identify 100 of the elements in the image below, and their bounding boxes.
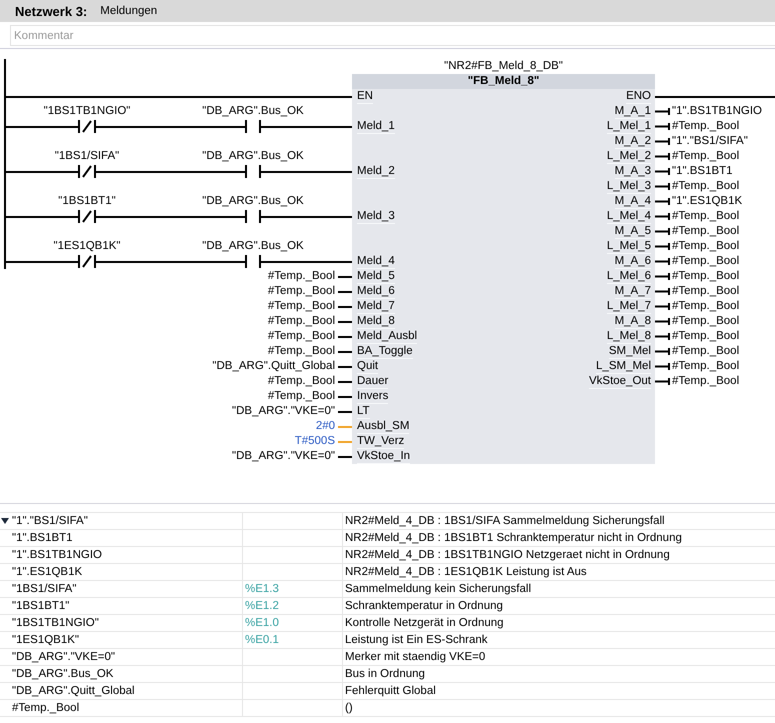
operand-label: #Temp._Bool (672, 269, 740, 284)
input-pin-label: Meld_8 (357, 314, 395, 329)
table-cell-text: Leistung ist Ein ES-Schrank (344, 633, 489, 648)
table-cell-text: NR2#Meld_4_DB : 1BS1TB1NGIO Netzgeraet nicht in Ordnung (344, 548, 671, 563)
table-cell-text: NR2#Meld_4_DB : 1BS1/SIFA Sammelmeldung Sicherungsfall (344, 514, 666, 529)
input-pin-label: EN (357, 89, 373, 104)
operand-label: "DB_ARG".Quitt_Global (212, 359, 335, 374)
input-pin-label: Meld_7 (357, 299, 395, 314)
pin-wire (338, 366, 352, 368)
table-cell: "1".ES1QB1K (10, 564, 243, 580)
input-pin-label: Meld_1 (357, 119, 395, 134)
table-cell-text: Merker mit staendig VKE=0 (344, 650, 486, 665)
input-pin-label: VkStoe_In (357, 449, 410, 464)
output-pin-label: M_A_7 (614, 284, 651, 299)
output-pin-label: L_Mel_5 (606, 239, 651, 254)
table-cell-text: Sammelmeldung kein Sicherungsfall (344, 582, 532, 597)
table-cell: "1BS1BT1" (10, 598, 243, 614)
operand-label: #Temp._Bool (268, 314, 335, 329)
output-pin-label: L_Mel_2 (606, 149, 651, 164)
input-pin-label: Meld_6 (357, 284, 395, 299)
output-pin-label: L_Mel_3 (606, 179, 651, 194)
pin-wire (338, 426, 352, 428)
instance-db-label: "NR2#FB_Meld_8_DB" (444, 59, 563, 74)
table-cell: %E1.2 (243, 598, 343, 614)
output-pin-label: M_A_8 (614, 314, 651, 329)
table-cell: "1".BS1BT1 (10, 530, 243, 546)
operand-label: #Temp._Bool (672, 179, 740, 194)
input-pin-label: Meld_5 (357, 269, 395, 284)
table-cell: "1".BS1TB1NGIO (10, 547, 243, 563)
input-pin-label: Meld_2 (357, 164, 395, 179)
operand-label: #Temp._Bool (672, 254, 740, 269)
operand-label: T#500S (294, 434, 335, 449)
operand-label: "1".BS1BT1 (672, 164, 733, 179)
operand-label: "1ES1QB1K" (54, 239, 120, 254)
operand-label: #Temp._Bool (672, 224, 740, 239)
output-pin-label: L_Mel_8 (606, 329, 651, 344)
operand-label: "1".ES1QB1K (672, 194, 742, 209)
input-pin-label: TW_Verz (357, 434, 404, 449)
pin-wire (338, 350, 352, 352)
input-pin-label: Invers (357, 389, 388, 404)
pin-wire (338, 336, 352, 338)
operand-label: #Temp._Bool (672, 329, 740, 344)
operand-label: #Temp._Bool (268, 284, 335, 299)
table-cell: "DB_ARG"."VKE=0" (10, 649, 243, 665)
pin-wire (338, 396, 352, 398)
operand-label: #Temp._Bool (672, 314, 740, 329)
output-pin-label: L_Mel_4 (606, 209, 651, 224)
operand-label: #Temp._Bool (268, 344, 335, 359)
table-cell-text: NR2#Meld_4_DB : 1BS1BT1 Schranktemperatur nicht in Ordnung (344, 531, 683, 546)
output-pin-label: M_A_5 (614, 224, 651, 239)
output-pin-label: SM_Mel (608, 344, 651, 359)
operand-label: "1"."BS1/SIFA" (672, 134, 748, 149)
block-header: "FB_Meld_8" (352, 74, 655, 89)
operand-label: "1BS1BT1" (58, 194, 116, 209)
operand-label: #Temp._Bool (672, 209, 740, 224)
operand-label: #Temp._Bool (268, 389, 335, 404)
table-cell: "1BS1TB1NGIO" (10, 615, 243, 631)
operand-label: #Temp._Bool (672, 239, 740, 254)
operand-label: #Temp._Bool (672, 149, 740, 164)
table-cell: "DB_ARG".Bus_OK (10, 666, 243, 682)
caret-icon[interactable] (1, 518, 9, 524)
output-pin-label: L_Mel_7 (606, 299, 651, 314)
pin-wire (338, 380, 352, 382)
operand-label: #Temp._Bool (672, 374, 740, 389)
operand-label: "DB_ARG"."VKE=0" (232, 404, 335, 419)
table-cell-text: Kontrolle Netzgerät in Ordnung (344, 616, 505, 631)
input-pin-label: Meld_4 (357, 254, 395, 269)
table-cell: %E0.1 (243, 632, 343, 648)
network-title: Meldungen (100, 5, 158, 17)
comment-field[interactable]: Kommentar (10, 25, 775, 46)
operand-label: 2#0 (316, 419, 335, 434)
table-cell: %E1.0 (243, 615, 343, 631)
table-cell-text: Bus in Ordnung (344, 667, 426, 682)
operand-label: #Temp._Bool (268, 329, 335, 344)
table-cell: "1BS1/SIFA" (10, 581, 243, 597)
operand-label: #Temp._Bool (672, 299, 740, 314)
pin-wire (338, 320, 352, 322)
operand-label: "DB_ARG".Bus_OK (202, 194, 304, 209)
operand-label: #Temp._Bool (268, 299, 335, 314)
operand-label: #Temp._Bool (672, 119, 740, 134)
output-pin-label: M_A_4 (614, 194, 651, 209)
operand-label: "DB_ARG".Bus_OK (202, 149, 304, 164)
table-cell-text: NR2#Meld_4_DB : 1ES1QB1K Leistung ist Aus (344, 565, 588, 580)
operand-label: "1".BS1TB1NGIO (672, 104, 762, 119)
table-cell-text: () (344, 701, 354, 716)
output-pin-label: M_A_2 (614, 134, 651, 149)
output-pin-label: M_A_3 (614, 164, 651, 179)
input-pin-label: Meld_3 (357, 209, 395, 224)
input-pin-label: Dauer (357, 374, 388, 389)
operand-label: "DB_ARG"."VKE=0" (232, 449, 335, 464)
table-cell: "1"."BS1/SIFA" (10, 513, 243, 529)
output-pin-label: M_A_6 (614, 254, 651, 269)
network-number: Netzwerk 3: (15, 4, 88, 18)
operand-label: "1BS1/SIFA" (54, 149, 120, 164)
input-pin-label: Quit (357, 359, 378, 374)
operand-label: "DB_ARG".Bus_OK (202, 239, 304, 254)
output-pin-label: ENO (626, 89, 651, 104)
output-pin-label: M_A_1 (614, 104, 651, 119)
table-cell: %E1.3 (243, 581, 343, 597)
operand-label: #Temp._Bool (268, 269, 335, 284)
